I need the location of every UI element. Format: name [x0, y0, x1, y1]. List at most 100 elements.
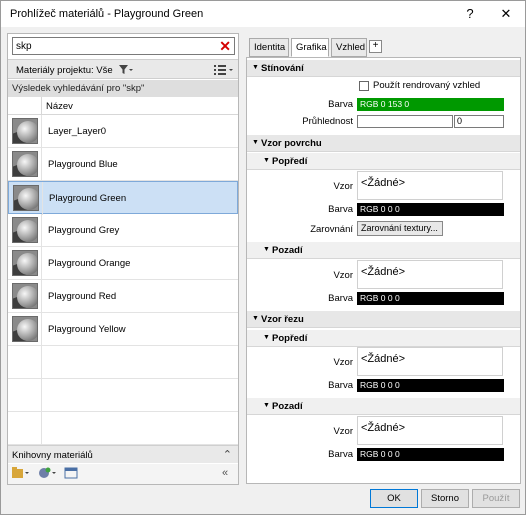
collapse-triangle-icon: ▼ — [252, 315, 259, 322]
cut-bg-color-label: Barva — [328, 449, 353, 460]
library-toolbar: « — [8, 464, 238, 484]
tab-graphics[interactable]: Grafika — [291, 38, 329, 57]
title-bar: Prohlížeč materiálů - Playground Green ?… — [1, 1, 525, 27]
list-item[interactable]: Playground Red — [8, 280, 238, 313]
cut-background-title: Pozadí — [272, 401, 303, 412]
tab-identity[interactable]: Identita — [249, 38, 289, 57]
tab-appearance[interactable]: Vzhled — [331, 38, 367, 57]
shading-color-swatch[interactable]: RGB 0 153 0 — [357, 98, 504, 111]
surface-pattern-section-header[interactable]: ▼ Vzor povrchu — [247, 135, 520, 152]
project-materials-label: Materiály projektu: Vše — [16, 65, 113, 76]
material-libraries-bar[interactable]: Knihovny materiálů ⌃ — [8, 445, 238, 463]
collapse-triangle-icon: ▼ — [263, 402, 270, 409]
collapse-triangle-icon: ▼ — [252, 64, 259, 71]
material-thumbnail-icon — [13, 185, 39, 211]
material-thumbnail-icon — [12, 118, 38, 144]
cut-foreground-header[interactable]: ▼ Popředí — [247, 330, 520, 347]
list-item[interactable] — [8, 346, 238, 379]
material-thumbnail-icon — [12, 283, 38, 309]
list-item[interactable]: Playground Green — [8, 181, 238, 215]
expand-up-icon[interactable]: ⌃ — [223, 448, 232, 461]
search-results-bar: Výsledek vyhledávání pro "skp" — [8, 80, 238, 97]
surface-foreground-header[interactable]: ▼ Popředí — [247, 153, 520, 170]
list-item-label: Playground Grey — [48, 225, 120, 236]
clear-search-icon[interactable]: ✕ — [219, 38, 231, 54]
list-item[interactable]: Playground Grey — [8, 214, 238, 247]
material-libraries-label: Knihovny materiálů — [12, 450, 93, 461]
graphics-properties-panel: ▼ Stínování Použít rendrovaný vzhled Bar… — [246, 57, 521, 484]
list-item[interactable]: Layer_Layer0 — [8, 115, 238, 148]
material-thumbnail-icon — [12, 151, 38, 177]
list-item-label: Playground Green — [49, 193, 127, 204]
help-button[interactable]: ? — [455, 3, 485, 25]
list-item[interactable]: Playground Yellow — [8, 313, 238, 346]
cut-fg-color-swatch[interactable]: RGB 0 0 0 — [357, 379, 504, 392]
list-column-header[interactable]: Název — [8, 97, 238, 115]
cut-fg-color-label: Barva — [328, 380, 353, 391]
create-material-icon[interactable] — [38, 467, 58, 482]
cut-bg-pattern-preview[interactable]: <Žádné> — [357, 416, 503, 445]
library-folder-icon[interactable] — [12, 467, 30, 482]
filter-icon[interactable] — [118, 64, 134, 76]
use-render-checkbox[interactable] — [359, 81, 369, 91]
window-title: Prohlížeč materiálů - Playground Green — [10, 8, 204, 20]
shading-color-label: Barva — [328, 99, 353, 110]
list-item-label: Playground Blue — [48, 159, 118, 170]
surface-fg-pattern-preview[interactable]: <Žádné> — [357, 171, 503, 200]
list-item-label: Playground Orange — [48, 258, 131, 269]
collapse-triangle-icon: ▼ — [263, 157, 270, 164]
project-materials-bar: Materiály projektu: Vše — [8, 59, 238, 79]
surface-bg-color-swatch[interactable]: RGB 0 0 0 — [357, 292, 504, 305]
surface-foreground-title: Popředí — [272, 156, 308, 167]
material-thumbnail-icon — [12, 250, 38, 276]
material-list-panel: skp ✕ Materiály projektu: Vše Výsledek v… — [7, 33, 239, 485]
cut-pattern-title: Vzor řezu — [261, 314, 304, 325]
list-item-label: Playground Yellow — [48, 324, 126, 335]
ok-button[interactable]: OK — [370, 489, 418, 508]
add-asset-button[interactable]: + — [369, 40, 382, 53]
material-editor-icon[interactable] — [64, 467, 78, 482]
list-item[interactable] — [8, 379, 238, 412]
cut-fg-pattern-preview[interactable]: <Žádné> — [357, 347, 503, 376]
cancel-button[interactable]: Storno — [421, 489, 469, 508]
surface-fg-color-label: Barva — [328, 204, 353, 215]
cut-bg-color-swatch[interactable]: RGB 0 0 0 — [357, 448, 504, 461]
cut-bg-pattern-label: Vzor — [333, 426, 353, 437]
name-column-header[interactable]: Název — [46, 101, 73, 112]
cut-background-header[interactable]: ▼ Pozadí — [247, 398, 520, 415]
collapse-left-icon[interactable]: « — [222, 467, 228, 479]
use-render-label: Použít rendrovaný vzhled — [373, 80, 481, 91]
search-input[interactable]: skp ✕ — [12, 37, 235, 55]
surface-background-header[interactable]: ▼ Pozadí — [247, 242, 520, 259]
list-view-icon[interactable] — [213, 64, 235, 76]
list-item[interactable]: Playground Blue — [8, 148, 238, 181]
close-button[interactable]: ✕ — [491, 3, 521, 25]
collapse-triangle-icon: ▼ — [263, 334, 270, 341]
apply-button[interactable]: Použít — [472, 489, 520, 508]
cut-foreground-title: Popředí — [272, 333, 308, 344]
surface-fg-align-label: Zarovnání — [310, 224, 353, 235]
surface-fg-pattern-label: Vzor — [333, 181, 353, 192]
collapse-triangle-icon: ▼ — [263, 246, 270, 253]
list-item-label: Layer_Layer0 — [48, 126, 107, 137]
list-item[interactable] — [8, 412, 238, 445]
transparency-value[interactable]: 0 — [454, 115, 504, 128]
shading-section-header[interactable]: ▼ Stínování — [247, 60, 520, 77]
cut-pattern-section-header[interactable]: ▼ Vzor řezu — [247, 311, 520, 328]
cut-fg-pattern-label: Vzor — [333, 357, 353, 368]
surface-bg-pattern-preview[interactable]: <Žádné> — [357, 260, 503, 289]
transparency-label: Průhlednost — [302, 116, 353, 127]
surface-bg-pattern-label: Vzor — [333, 270, 353, 281]
list-item-label: Playground Red — [48, 291, 117, 302]
surface-background-title: Pozadí — [272, 245, 303, 256]
search-input-value: skp — [16, 41, 32, 52]
material-thumbnail-icon — [12, 316, 38, 342]
material-thumbnail-icon — [12, 217, 38, 243]
material-list: Layer_Layer0 Playground Blue Playground Gr… — [8, 115, 238, 445]
material-browser-window: Prohlížeč materiálů - Playground Green ?… — [0, 0, 526, 515]
transparency-slider[interactable] — [357, 115, 453, 128]
align-texture-button[interactable]: Zarovnání textury... — [357, 221, 443, 236]
list-item[interactable]: Playground Orange — [8, 247, 238, 280]
surface-fg-color-swatch[interactable]: RGB 0 0 0 — [357, 203, 504, 216]
shading-section-title: Stínování — [261, 63, 304, 74]
